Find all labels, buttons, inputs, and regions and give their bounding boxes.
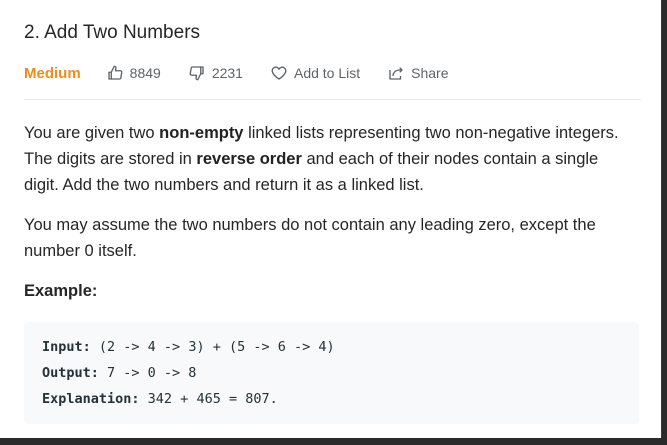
explanation-value: 342 + 465 = 807. — [139, 391, 278, 407]
add-to-list-label: Add to List — [293, 65, 361, 81]
problem-meta-bar: Medium 8849 2231 Add to List Share — [24, 61, 641, 100]
example-heading: Example: — [24, 282, 98, 300]
example-explanation-line: Explanation: 342 + 465 = 807. — [42, 386, 621, 412]
dislike-count: 2231 — [211, 65, 243, 81]
problem-title: 2. Add Two Numbers — [24, 22, 201, 43]
input-value: (2 -> 4 -> 3) + (5 -> 6 -> 4) — [90, 339, 335, 355]
output-label: Output: — [42, 365, 99, 381]
problem-panel: 2. Add Two Numbers Medium 8849 2231 Add … — [0, 0, 662, 438]
like-button[interactable]: 8849 — [106, 64, 161, 82]
share-button[interactable]: Share — [387, 64, 449, 82]
add-to-list-button[interactable]: Add to List — [270, 64, 360, 82]
dislike-button[interactable]: 2231 — [188, 64, 243, 82]
output-value: 7 -> 0 -> 8 — [98, 365, 197, 381]
description-paragraph-1: You are given two non-empty linked lists… — [24, 124, 619, 194]
emphasis-non-empty: non-empty — [159, 124, 244, 142]
problem-description: You are given two non-empty linked lists… — [24, 120, 636, 304]
share-label: Share — [411, 65, 449, 81]
emphasis-reverse-order: reverse order — [196, 150, 302, 168]
share-icon — [387, 64, 405, 82]
example-output-line: Output: 7 -> 0 -> 8 — [42, 360, 621, 386]
example-input-line: Input: (2 -> 4 -> 3) + (5 -> 6 -> 4) — [42, 334, 621, 360]
thumbs-up-icon — [106, 64, 124, 82]
thumbs-down-icon — [188, 64, 206, 82]
like-count: 8849 — [129, 65, 161, 81]
description-paragraph-2: You may assume the two numbers do not co… — [24, 216, 596, 260]
explanation-label: Explanation: — [42, 391, 140, 407]
difficulty-badge: Medium — [24, 64, 81, 82]
example-code-block: Input: (2 -> 4 -> 3) + (5 -> 6 -> 4) Out… — [24, 322, 639, 424]
input-label: Input: — [42, 339, 91, 355]
heart-icon — [270, 64, 288, 82]
